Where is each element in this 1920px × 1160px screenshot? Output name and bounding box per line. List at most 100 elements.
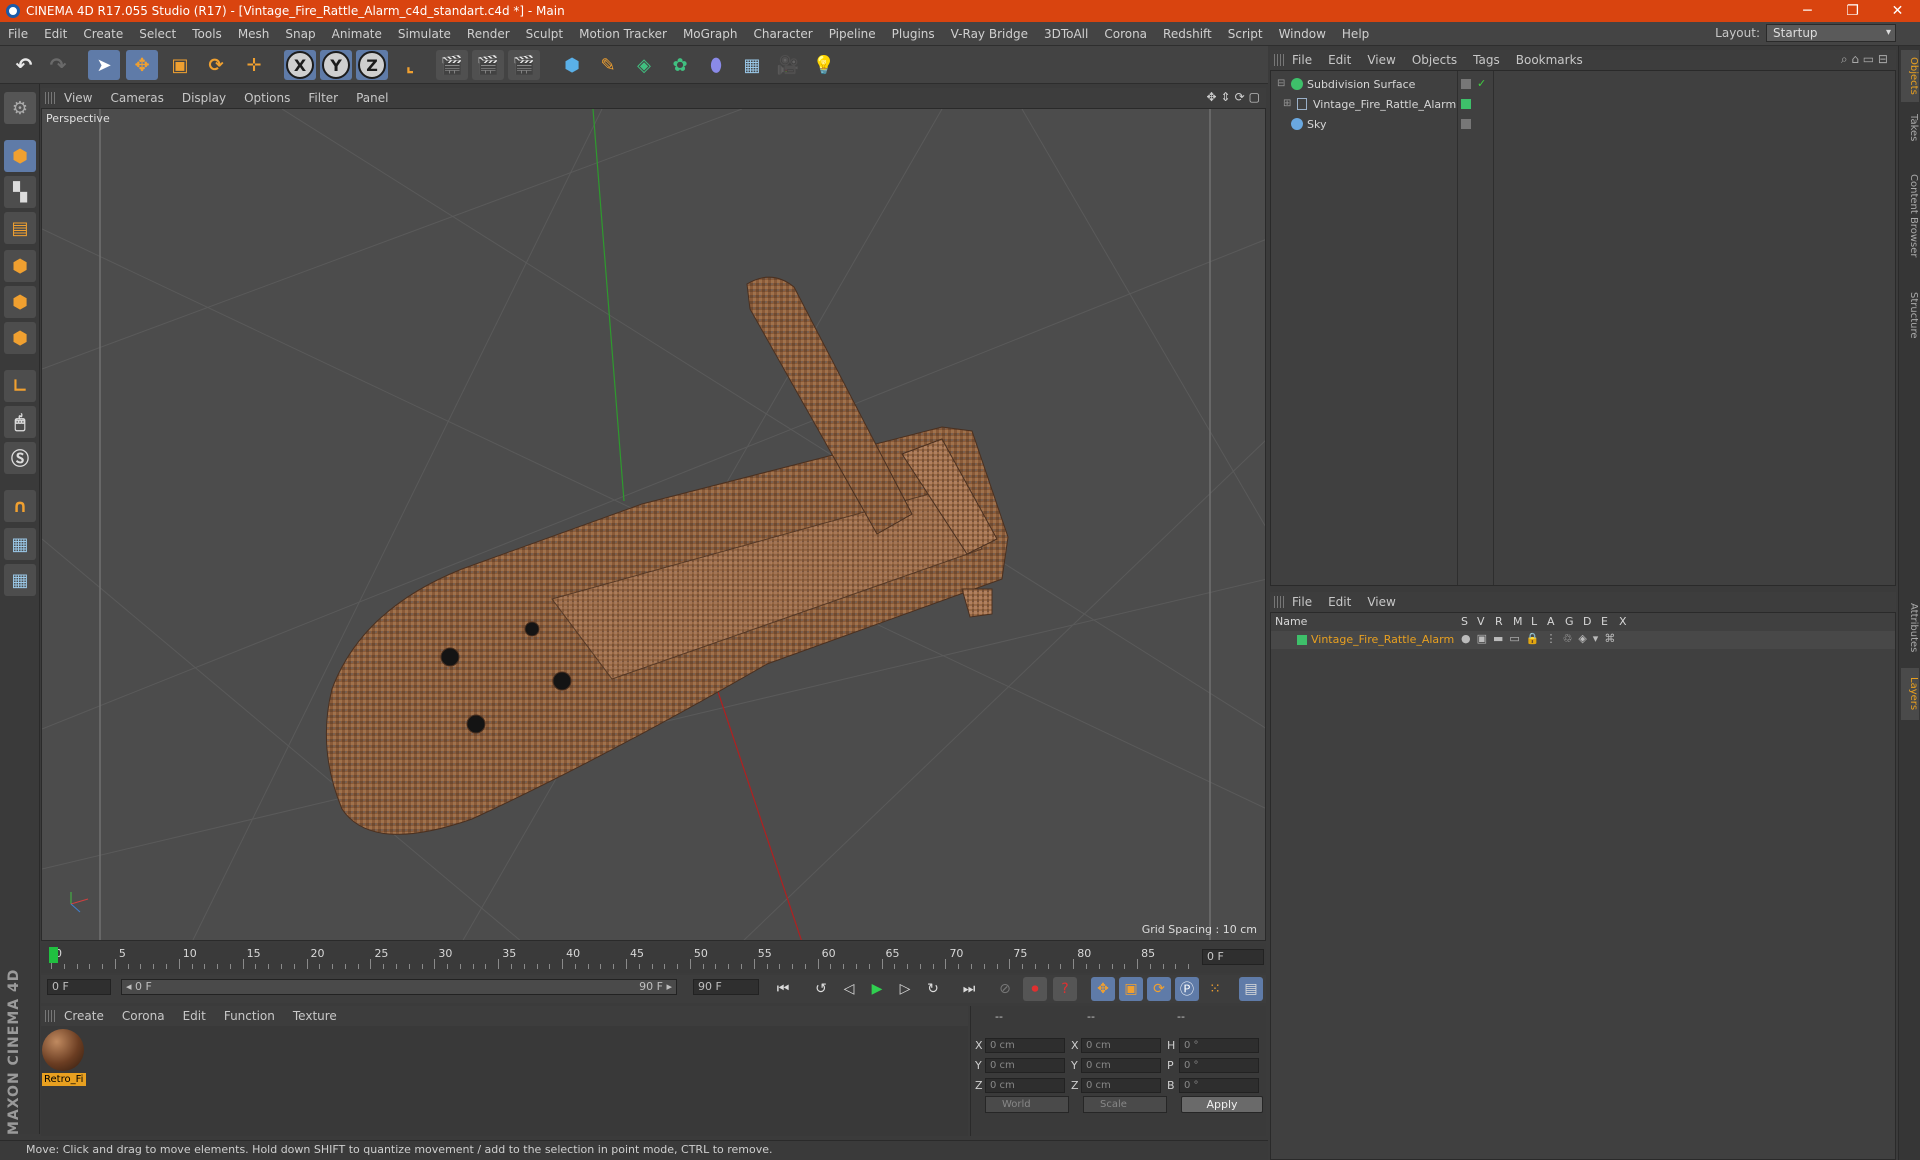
object-menu-bookmarks[interactable]: Bookmarks <box>1508 53 1591 67</box>
menu-simulate[interactable]: Simulate <box>390 27 459 41</box>
go-to-end-button[interactable]: ⏭ <box>957 977 981 1001</box>
apply-button[interactable]: Apply <box>1181 1096 1263 1113</box>
viewport-maximize-icon[interactable]: ▢ <box>1249 90 1260 104</box>
material-menu-edit[interactable]: Edit <box>174 1009 215 1023</box>
expand-toggle-icon[interactable]: ⊞ <box>1283 98 1291 109</box>
snap-button[interactable]: Ⓢ <box>4 442 36 474</box>
menu-render[interactable]: Render <box>459 27 518 41</box>
collapse-toggle-icon[interactable]: ⊟ <box>1277 78 1285 89</box>
min-frame-field[interactable]: 0 F <box>47 979 111 995</box>
add-camera-button[interactable]: 🎥 <box>772 50 804 80</box>
menu-select[interactable]: Select <box>131 27 184 41</box>
max-frame-field[interactable]: 90 F <box>693 979 759 995</box>
menu-create[interactable]: Create <box>75 27 131 41</box>
position-x-field[interactable]: 0 cm <box>985 1038 1065 1053</box>
minimize-button[interactable]: ─ <box>1785 0 1830 22</box>
layer-flags-icons[interactable]: ●▣▬▭🔒⋮♲◈▾⌘ <box>1461 632 1621 645</box>
add-environment-button[interactable]: ▦ <box>736 50 768 80</box>
viewport-menu-view[interactable]: View <box>55 91 101 105</box>
viewport-rotate-icon[interactable]: ⟳ <box>1235 90 1245 104</box>
object-row-sky[interactable]: Sky <box>1271 115 1895 135</box>
layer-col-view[interactable]: V <box>1477 615 1485 628</box>
object-menu-view[interactable]: View <box>1359 53 1403 67</box>
menu-character[interactable]: Character <box>745 27 820 41</box>
frame-range-slider[interactable]: ◂ 0 F 90 F ▸ <box>121 979 677 995</box>
layer-col-animation[interactable]: A <box>1547 615 1555 628</box>
layer-row[interactable]: Vintage_Fire_Rattle_Alarm ●▣▬▭🔒⋮♲◈▾⌘ <box>1271 631 1895 649</box>
menu-sculpt[interactable]: Sculpt <box>518 27 571 41</box>
layer-col-solo[interactable]: S <box>1461 615 1468 628</box>
object-menu-file[interactable]: File <box>1284 53 1320 67</box>
tweak-mode-button[interactable]: 🖱 <box>4 406 36 438</box>
tab-takes[interactable]: Takes <box>1901 106 1919 150</box>
menu-snap[interactable]: Snap <box>277 27 323 41</box>
object-row-vintage-fire-rattle-alarm[interactable]: ⊞ Vintage_Fire_Rattle_Alarm <box>1271 95 1895 115</box>
magnet-button[interactable]: ∩ <box>4 490 36 522</box>
layer-col-generators[interactable]: G <box>1565 615 1574 628</box>
add-cube-button[interactable]: ⬢ <box>556 50 588 80</box>
undo-button[interactable]: ↶ <box>8 50 40 80</box>
layer-col-locked[interactable]: L <box>1531 615 1537 628</box>
record-active-objects-button[interactable]: ⊘ <box>993 977 1017 1001</box>
menu-mograph[interactable]: MoGraph <box>675 27 746 41</box>
play-forward-button[interactable]: ▶ <box>865 977 889 1001</box>
tab-content-browser[interactable]: Content Browser <box>1901 154 1919 278</box>
keyframe-selection-button[interactable]: ? <box>1053 977 1077 1001</box>
x-axis-lock-button[interactable]: X <box>284 50 316 80</box>
add-light-button[interactable]: 💡 <box>808 50 840 80</box>
viewport-menu-display[interactable]: Display <box>173 91 235 105</box>
viewport-dolly-icon[interactable]: ⇕ <box>1221 90 1231 104</box>
edit-render-settings-button[interactable]: 🎬 <box>508 50 540 80</box>
rotation-h-field[interactable]: 0 ° <box>1179 1038 1259 1053</box>
maximize-button[interactable]: ❐ <box>1830 0 1875 22</box>
menu-tools[interactable]: Tools <box>184 27 230 41</box>
render-view-button[interactable]: 🎬 <box>436 50 468 80</box>
rotate-tool-button[interactable]: ⟳ <box>200 50 232 80</box>
tab-objects[interactable]: Objects <box>1901 50 1919 102</box>
layer-menu-file[interactable]: File <box>1284 595 1320 609</box>
planar-workplane-button[interactable]: ▦ <box>4 564 36 596</box>
autokeying-button[interactable]: ⏺ <box>1023 977 1047 1001</box>
timeline-ruler[interactable]: 051015202530354045505560657075808590 0 F <box>41 943 1266 973</box>
layer-col-manager[interactable]: M <box>1513 615 1523 628</box>
object-menu-objects[interactable]: Objects <box>1404 53 1465 67</box>
model-mode-button[interactable]: ⬢ <box>4 140 36 172</box>
z-axis-lock-button[interactable]: Z <box>356 50 388 80</box>
size-x-field[interactable]: 0 cm <box>1081 1038 1161 1053</box>
tab-layers[interactable]: Layers <box>1901 668 1919 720</box>
viewport-menu-filter[interactable]: Filter <box>299 91 347 105</box>
rotation-p-field[interactable]: 0 ° <box>1179 1058 1259 1073</box>
y-axis-lock-button[interactable]: Y <box>320 50 352 80</box>
object-menu-tags[interactable]: Tags <box>1465 53 1508 67</box>
layer-col-name[interactable]: Name <box>1275 615 1307 628</box>
add-nurbs-button[interactable]: ◈ <box>628 50 660 80</box>
redo-button[interactable]: ↷ <box>42 50 74 80</box>
position-key-button[interactable]: ✥ <box>1091 977 1115 1001</box>
layer-col-xref[interactable]: X <box>1619 615 1627 628</box>
layer-name[interactable]: Vintage_Fire_Rattle_Alarm <box>1311 633 1454 646</box>
material-menu-texture[interactable]: Texture <box>284 1009 346 1023</box>
layer-col-render[interactable]: R <box>1495 615 1503 628</box>
viewport-menu-panel[interactable]: Panel <box>347 91 397 105</box>
layer-tag-icon[interactable] <box>1461 79 1471 89</box>
add-spline-button[interactable]: ✎ <box>592 50 624 80</box>
material-thumbnail[interactable] <box>42 1029 84 1071</box>
point-level-animation-button[interactable]: ⁙ <box>1203 977 1227 1001</box>
lock-workplane-button[interactable]: ▦ <box>4 528 36 560</box>
add-deformer-button[interactable]: ⬮ <box>700 50 732 80</box>
layer-color-tag-icon[interactable] <box>1461 99 1471 109</box>
position-y-field[interactable]: 0 cm <box>985 1058 1065 1073</box>
viewport-pan-icon[interactable]: ✥ <box>1206 90 1216 104</box>
timeline-playhead[interactable] <box>49 947 58 963</box>
polygons-mode-button[interactable]: ⬢ <box>4 322 36 354</box>
go-to-next-key-button[interactable]: ↻ <box>921 977 945 1001</box>
add-mograph-button[interactable]: ✿ <box>664 50 696 80</box>
menu-mesh[interactable]: Mesh <box>230 27 278 41</box>
tab-attributes[interactable]: Attributes <box>1901 592 1919 664</box>
go-to-next-frame-button[interactable]: ▷ <box>893 977 917 1001</box>
material-menu-corona[interactable]: Corona <box>113 1009 174 1023</box>
menu-edit[interactable]: Edit <box>36 27 75 41</box>
object-manager-search-icon[interactable]: ⌕ ⌂ ▭ ⊟ <box>1841 52 1888 67</box>
points-mode-button[interactable]: ⬢ <box>4 250 36 282</box>
menu-pipeline[interactable]: Pipeline <box>821 27 884 41</box>
